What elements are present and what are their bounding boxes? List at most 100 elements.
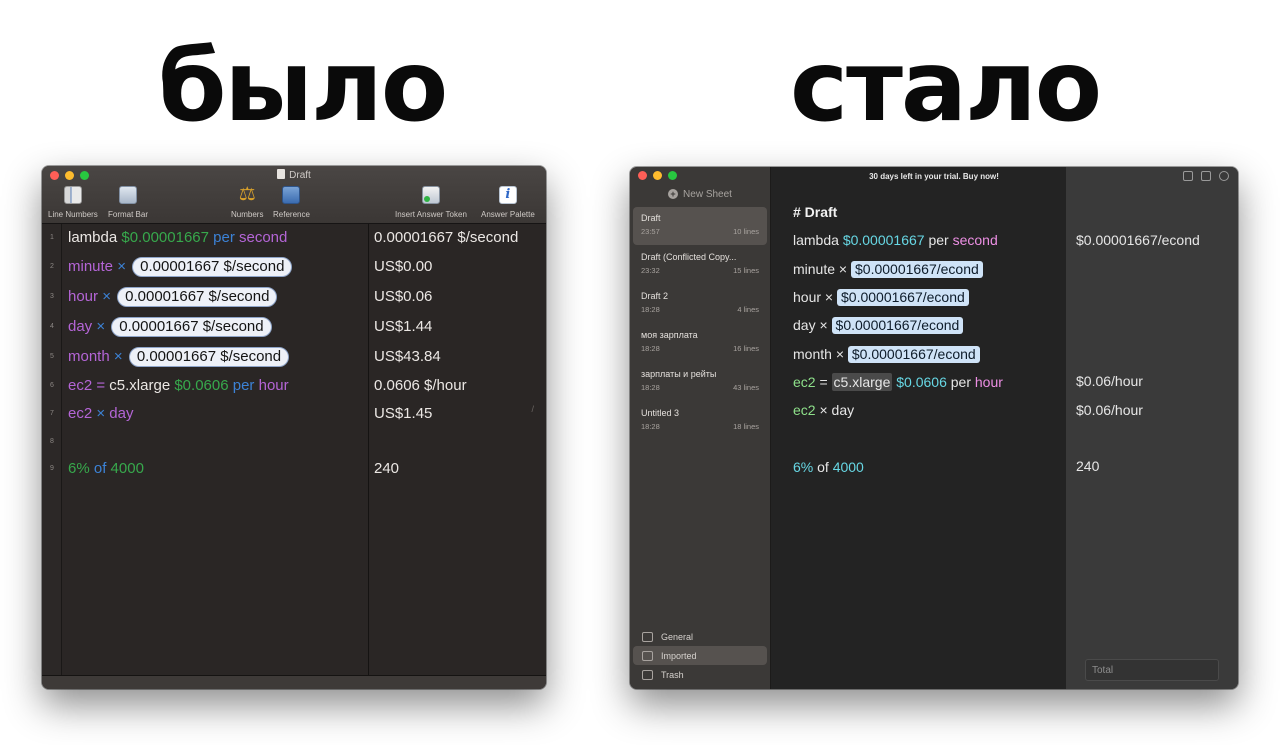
answer-value[interactable]: US$1.44 xyxy=(374,317,432,337)
old-editor[interactable]: lambda $0.00001667 per second minute × 0… xyxy=(62,224,369,675)
operator: × xyxy=(117,258,126,275)
sheet-line-count: 10 lines xyxy=(733,227,759,236)
insert-answer-token-label: Insert Answer Token xyxy=(395,210,467,219)
sheet-time: 23:32 xyxy=(641,266,660,275)
book-icon[interactable] xyxy=(1201,171,1211,181)
window-toolbar-icons xyxy=(1183,171,1229,181)
answer-value[interactable]: 0.00001667 $/second xyxy=(374,228,518,248)
answer-value[interactable]: $0.06/hour xyxy=(1076,400,1143,420)
variable: ec2 xyxy=(793,402,816,418)
window-title: Draft xyxy=(42,169,546,181)
inbox-icon xyxy=(642,650,653,661)
answer-token[interactable]: $0.00001667/econd xyxy=(847,346,980,363)
numbers-button[interactable]: ⚖ Numbers xyxy=(231,185,263,219)
operator: × xyxy=(96,405,106,422)
answer-token[interactable]: 0.00001667 $/second xyxy=(128,347,290,367)
gear-icon[interactable] xyxy=(1219,171,1229,181)
answer-value[interactable]: 240 xyxy=(374,459,399,479)
operator: × xyxy=(838,261,848,277)
number: 4000 xyxy=(110,460,144,477)
currency: $0.00001667 xyxy=(842,232,925,248)
percent: 6% xyxy=(68,460,90,477)
line-number: 9 xyxy=(50,465,54,472)
heading-after: стало xyxy=(790,30,1102,144)
sheet-line-count: 16 lines xyxy=(733,344,759,353)
answer-value[interactable]: US$43.84 xyxy=(374,347,441,367)
answer-value[interactable]: US$0.06 xyxy=(374,287,432,307)
sheet-item[interactable]: Untitled 3 18:28 18 lines xyxy=(633,402,767,440)
answer-token[interactable]: 0.00001667 $/second xyxy=(117,287,278,307)
variable: hour xyxy=(793,289,822,305)
reference-button[interactable]: Reference xyxy=(273,186,310,219)
editor-line: minute × $0.00001667/econd xyxy=(793,259,983,279)
unit: hour xyxy=(974,374,1003,390)
editor-line: month × $0.00001667/econd xyxy=(793,344,980,364)
line-number: 4 xyxy=(50,323,54,330)
line-number: 1 xyxy=(50,234,54,241)
unit: second xyxy=(952,232,998,248)
sheet-item[interactable]: зарплаты и рейты 18:28 43 lines xyxy=(633,363,767,401)
insert-answer-token-button[interactable]: Insert Answer Token xyxy=(395,186,467,219)
new-editor[interactable]: # Draft lambda $0.00001667 per second mi… xyxy=(771,167,1066,689)
line-number: 8 xyxy=(50,438,54,445)
value: c5.xlarge xyxy=(109,377,171,394)
editor-line: minute × 0.00001667 $/second xyxy=(68,257,293,277)
old-answer-column: 0.00001667 $/second US$0.00 US$0.06 US$1… xyxy=(369,224,546,675)
sheet-item[interactable]: моя зарплата 18:28 16 lines xyxy=(633,324,767,362)
answer-token[interactable]: 0.00001667 $/second xyxy=(111,317,272,337)
new-sheet-button[interactable]: + New Sheet xyxy=(630,189,770,200)
answer-palette-button[interactable]: i Answer Palette xyxy=(481,186,535,219)
editor-line: 6% of 4000 xyxy=(793,457,864,477)
keyword: of xyxy=(93,460,107,477)
old-toolbar: Draft Line Numbers Format Bar ⚖ Numbers R… xyxy=(42,166,546,224)
answer-value[interactable]: US$0.00 xyxy=(374,257,432,277)
answer-value[interactable]: US$1.45 xyxy=(374,404,432,424)
editor-line: 6% of 4000 xyxy=(68,459,144,479)
keyword: per xyxy=(950,374,971,390)
sheet-title: Draft (Conflicted Copy... xyxy=(641,252,737,262)
answer-value[interactable]: 0.0606 $/hour xyxy=(374,376,467,396)
sidebar-toggle-icon[interactable] xyxy=(1183,171,1193,181)
answer-value[interactable]: $0.00001667/econd xyxy=(1076,230,1200,250)
keyword: per xyxy=(232,377,255,394)
editor-line: month × 0.00001667 $/second xyxy=(68,347,290,367)
sheet-time: 18:28 xyxy=(641,383,660,392)
sheet-item[interactable]: Draft 2 18:28 4 lines xyxy=(633,285,767,323)
operator: × xyxy=(819,317,828,333)
line-numbers-label: Line Numbers xyxy=(48,210,98,219)
book-icon xyxy=(282,186,301,204)
library-label: Trash xyxy=(661,669,684,680)
library-general[interactable]: General xyxy=(633,627,767,646)
sheet-time: 18:28 xyxy=(641,305,660,314)
line-number: 7 xyxy=(50,410,54,417)
answer-value[interactable]: 240 xyxy=(1076,456,1099,476)
answer-token[interactable]: $0.00001667/econd xyxy=(851,261,983,278)
sheet-item[interactable]: Draft 23:57 10 lines xyxy=(633,207,767,245)
editor-line: ec2 = c5.xlarge $0.0606 per hour xyxy=(793,372,1003,392)
editor-line: hour × $0.00001667/econd xyxy=(793,287,969,307)
sheet-title: Untitled 3 xyxy=(641,408,680,418)
insert-token-icon xyxy=(421,186,440,204)
variable: month xyxy=(793,346,832,362)
format-bar-button[interactable]: Format Bar xyxy=(108,186,148,219)
answer-token[interactable]: $0.00001667/econd xyxy=(837,289,969,306)
info-icon: i xyxy=(498,186,517,204)
sheet-item[interactable]: Draft (Conflicted Copy... 23:32 15 lines xyxy=(633,246,767,284)
sheet-line-count: 43 lines xyxy=(733,383,759,392)
library-imported[interactable]: Imported xyxy=(633,646,767,665)
variable: minute xyxy=(793,261,836,277)
number: 4000 xyxy=(832,459,864,475)
line-numbers-icon xyxy=(63,186,82,204)
editor-line: day × $0.00001667/econd xyxy=(793,315,964,335)
total-field[interactable]: Total xyxy=(1085,659,1219,681)
unit: second xyxy=(239,229,288,246)
answer-value[interactable]: $0.06/hour xyxy=(1076,371,1143,391)
library-trash[interactable]: Trash xyxy=(633,665,767,684)
variable: lambda xyxy=(793,232,839,248)
answer-token[interactable]: $0.00001667/econd xyxy=(831,317,964,334)
answer-token[interactable]: 0.00001667 $/second xyxy=(132,257,293,277)
new-answer-column: $0.00001667/econd $0.06/hour $0.06/hour … xyxy=(1066,167,1238,689)
scroll-mark: / xyxy=(531,404,534,414)
line-number: 6 xyxy=(50,382,54,389)
line-numbers-button[interactable]: Line Numbers xyxy=(48,186,98,219)
